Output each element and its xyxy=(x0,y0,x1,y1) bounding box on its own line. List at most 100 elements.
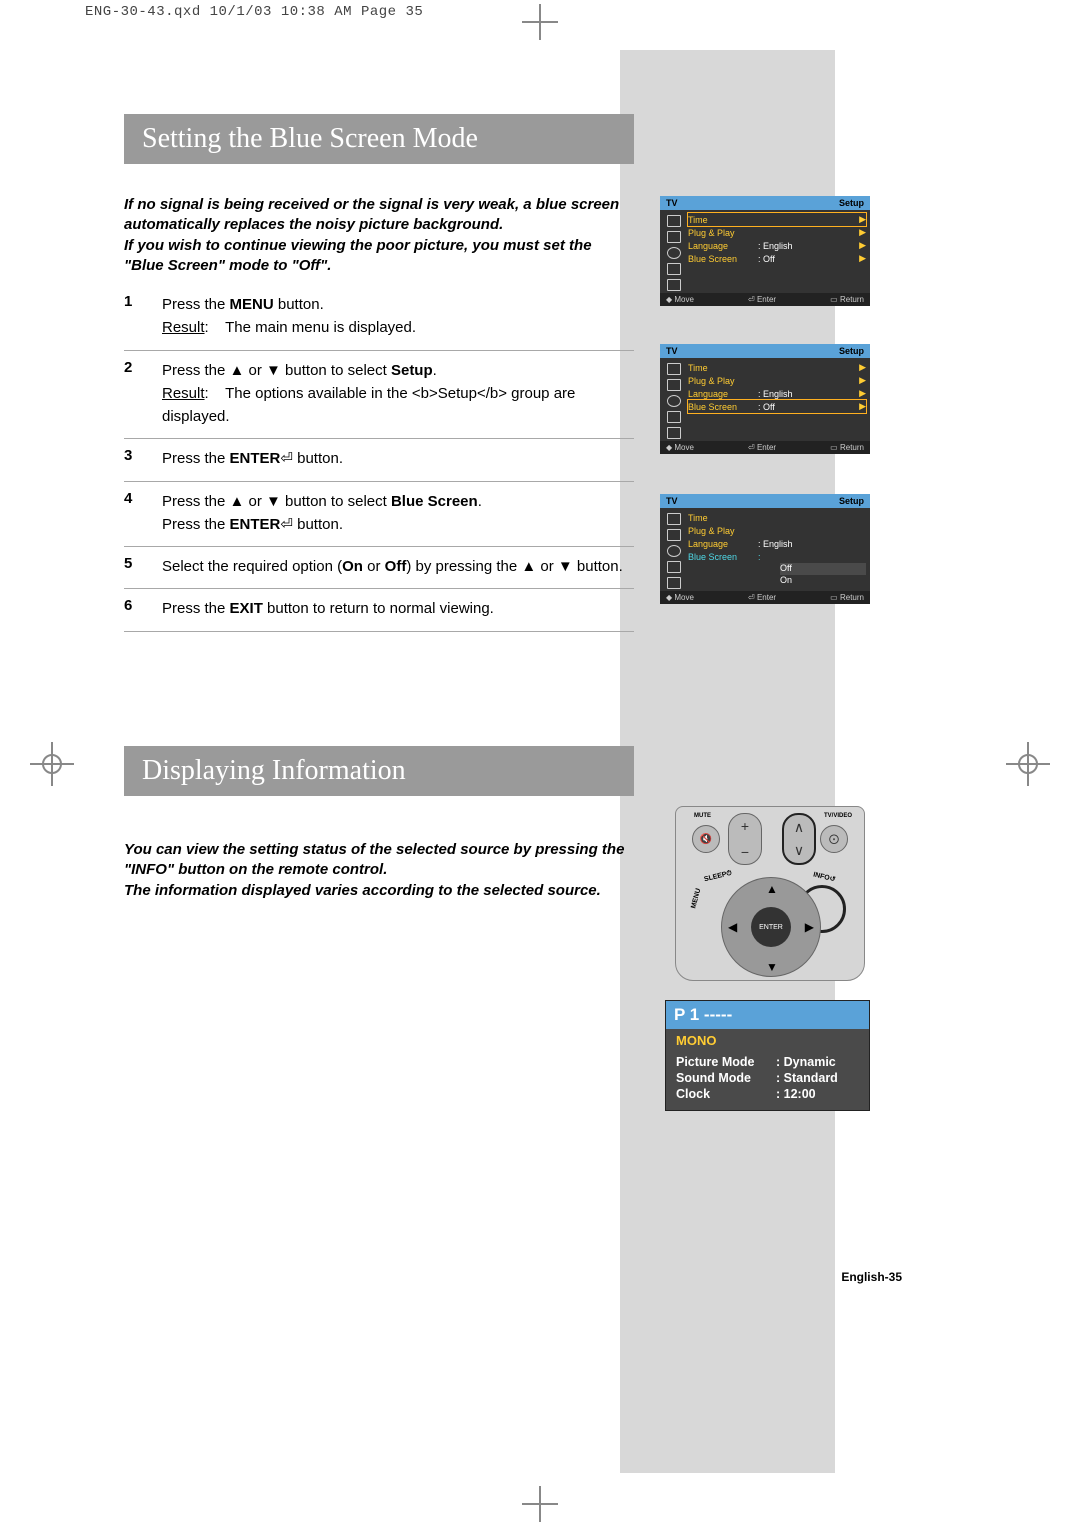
osd-title-tv: TV xyxy=(666,346,678,356)
step-body: Press the EXIT button to return to norma… xyxy=(162,597,634,620)
tvvideo-button-icon: ⨀ xyxy=(820,825,848,853)
osd-icon-column xyxy=(664,511,684,589)
info-key: Sound Mode xyxy=(676,1071,776,1085)
osd-item-language: Language xyxy=(688,389,758,399)
section-title: Setting the Blue Screen Mode xyxy=(142,123,478,155)
submenu-arrow-icon: ▶ xyxy=(856,240,866,251)
info-row: Picture ModeDynamic xyxy=(666,1054,869,1070)
osd-footer-return: ▭ Return xyxy=(830,593,864,602)
sleep-label: SLEEP⏱ xyxy=(703,870,733,885)
input-icon xyxy=(667,215,681,227)
mute-button-icon: 🔇 xyxy=(692,825,720,853)
step-body: Press the MENU button. Result: The main … xyxy=(162,293,634,340)
channel-rocker-icon: ∧∨ xyxy=(782,813,816,865)
osd-title-tv: TV xyxy=(666,198,678,208)
nav-wheel-icon: ▲ ▼ ◀ ▶ ENTER xyxy=(721,877,821,977)
step-text: Press the EXIT button to return to norma… xyxy=(162,600,494,617)
crop-mark-icon xyxy=(522,4,558,40)
step-text: Press the ▲ or ▼ button to select Blue S… xyxy=(162,493,482,533)
step-row: 3 Press the ENTER⏎ button. xyxy=(124,439,634,481)
step-row: 4 Press the ▲ or ▼ button to select Blue… xyxy=(124,482,634,548)
osd-menu-1: TV Setup Time ▶ Plug & Play ▶ Language: Eng… xyxy=(660,196,870,306)
nav-left-icon: ◀ xyxy=(728,920,737,934)
step-number: 6 xyxy=(124,597,162,620)
info-value: 12:00 xyxy=(776,1087,816,1101)
osd-footer-move: ◆ Move xyxy=(666,593,694,602)
intro-paragraph-1: If no signal is being received or the si… xyxy=(124,195,634,276)
nav-right-icon: ▶ xyxy=(805,920,814,934)
result-text: The options available in the <b>Setup</b… xyxy=(162,385,575,425)
info-key: Picture Mode xyxy=(676,1055,776,1069)
step-row: 2 Press the ▲ or ▼ button to select Setu… xyxy=(124,351,634,440)
osd-option-list: Off On xyxy=(780,563,866,587)
nav-down-icon: ▼ xyxy=(766,960,778,974)
step-number: 3 xyxy=(124,447,162,470)
setup-icon xyxy=(667,279,681,291)
step-number: 2 xyxy=(124,359,162,429)
info-label: INFO↺ xyxy=(813,870,837,883)
osd-item-plug-play: Plug & Play xyxy=(688,228,758,238)
osd-value: : English xyxy=(758,241,856,251)
osd-footer-enter: ⏎ Enter xyxy=(748,295,776,304)
osd-item-language: Language xyxy=(688,539,758,549)
intro-line: If you wish to continue viewing the poor… xyxy=(124,236,634,277)
step-body: Press the ENTER⏎ button. xyxy=(162,447,634,470)
osd-item-plug-play: Plug & Play xyxy=(688,376,758,386)
submenu-arrow-icon: ▶ xyxy=(856,227,866,238)
submenu-arrow-icon: ▶ xyxy=(856,401,866,412)
osd-footer-move: ◆ Move xyxy=(666,443,694,452)
volume-rocker-icon: +− xyxy=(728,813,762,865)
osd-menu-2: TVSetup Time▶ Plug & Play▶ Language: Eng… xyxy=(660,344,870,454)
tvvideo-label: TV/VIDEO xyxy=(824,813,852,819)
osd-footer-return: ▭ Return xyxy=(830,295,864,304)
osd-item-time: Time xyxy=(688,215,758,225)
step-number: 4 xyxy=(124,490,162,537)
picture-icon xyxy=(667,529,681,541)
step-number: 5 xyxy=(124,555,162,578)
sound-icon xyxy=(667,395,681,407)
step-text: Press the ENTER⏎ button. xyxy=(162,450,343,467)
osd-footer-enter: ⏎ Enter xyxy=(748,443,776,452)
picture-icon xyxy=(667,231,681,243)
remote-control-illustration: MUTE TV/VIDEO 🔇 +− ∧∨ ⨀ SLEEP⏱ MENU INFO… xyxy=(675,806,865,981)
submenu-arrow-icon: ▶ xyxy=(856,375,866,386)
steps-list: 1 Press the MENU button. Result: The mai… xyxy=(124,285,634,632)
info-key: Clock xyxy=(676,1087,776,1101)
step-text: Select the required option (On or Off) b… xyxy=(162,558,623,575)
enter-button-icon: ENTER xyxy=(751,907,791,947)
osd-item-time: Time xyxy=(688,513,758,523)
intro-line: If no signal is being received or the si… xyxy=(124,195,634,236)
step-body: Press the ▲ or ▼ button to select Blue S… xyxy=(162,490,634,537)
osd-footer-move: ◆ Move xyxy=(666,295,694,304)
submenu-arrow-icon: ▶ xyxy=(856,253,866,264)
info-value: Standard xyxy=(776,1071,838,1085)
result-label: Result xyxy=(162,385,205,402)
info-row: Clock12:00 xyxy=(666,1086,869,1102)
osd-option-off: Off xyxy=(780,563,866,575)
step-text: Press the MENU button. xyxy=(162,296,324,313)
osd-title-setup: Setup xyxy=(839,346,864,356)
osd-title-tv: TV xyxy=(666,496,678,506)
osd-item-blue-screen: Blue Screen xyxy=(688,552,758,562)
sound-icon xyxy=(667,247,681,259)
osd-menu-3: TVSetup Time Plug & Play Language: Engli… xyxy=(660,494,870,604)
intro-paragraph-2: You can view the setting status of the s… xyxy=(124,840,634,901)
crop-mark-icon xyxy=(522,1486,558,1522)
osd-item-language: Language xyxy=(688,241,758,251)
registration-mark-icon xyxy=(30,742,74,786)
step-body: Press the ▲ or ▼ button to select Setup.… xyxy=(162,359,634,429)
osd-title-setup: Setup xyxy=(839,496,864,506)
osd-option-on: On xyxy=(780,575,866,587)
section-heading-displaying-info: Displaying Information xyxy=(124,746,634,796)
page-number: English-35 xyxy=(841,1270,902,1284)
section-title: Displaying Information xyxy=(142,755,406,787)
step-row: 5 Select the required option (On or Off)… xyxy=(124,547,634,589)
osd-value: : xyxy=(758,552,866,562)
step-text: Press the ▲ or ▼ button to select Setup. xyxy=(162,362,437,379)
osd-icon-column xyxy=(664,361,684,439)
osd-item-blue-screen: Blue Screen xyxy=(688,254,758,264)
result-text: The main menu is displayed. xyxy=(225,319,416,336)
info-display-panel: P 1 ----- MONO Picture ModeDynamic Sound… xyxy=(665,1000,870,1111)
osd-title-setup: Setup xyxy=(839,198,864,208)
sound-icon xyxy=(667,545,681,557)
